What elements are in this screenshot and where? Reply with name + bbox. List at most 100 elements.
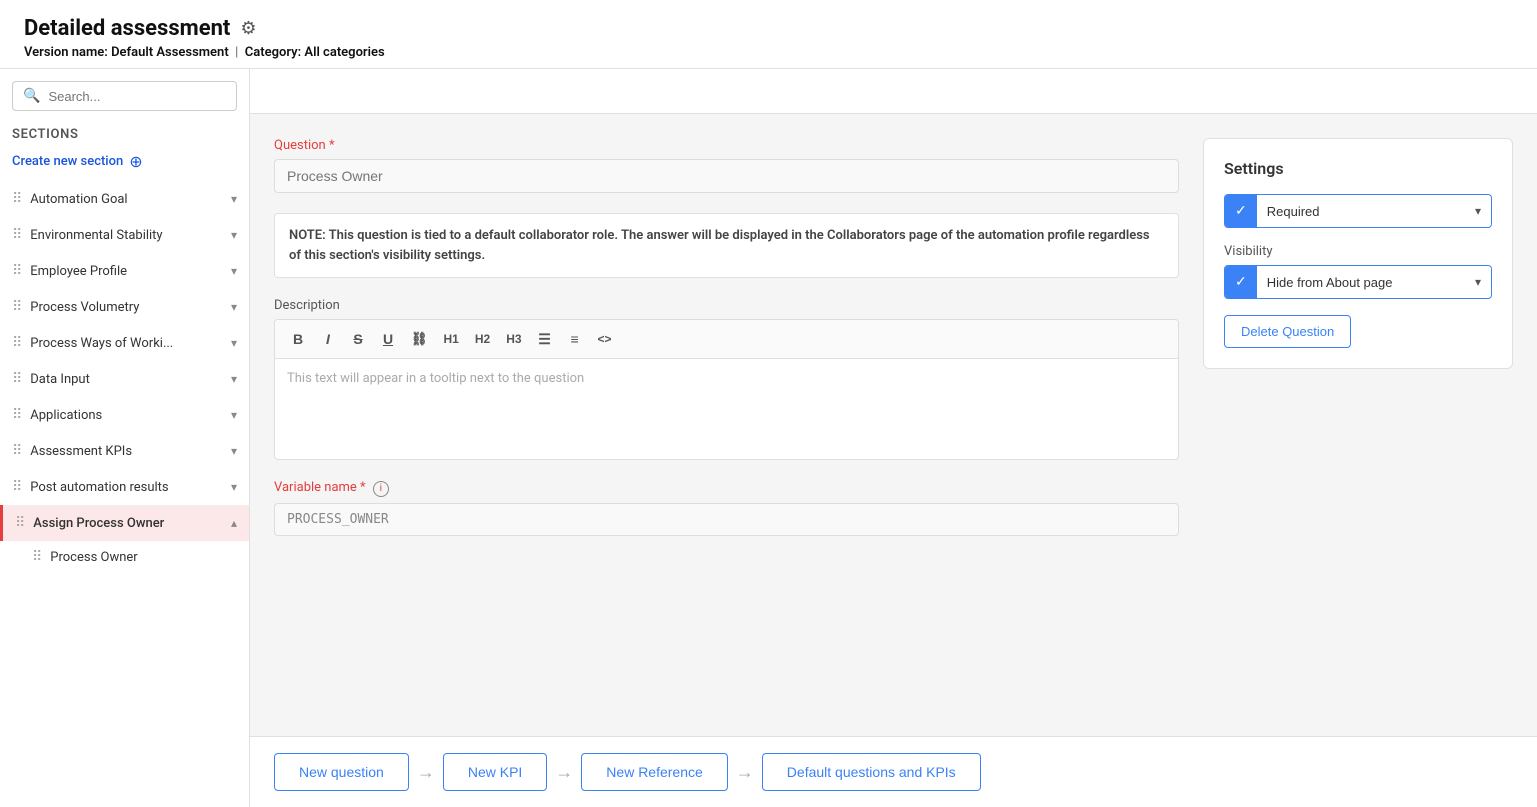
- sidebar-item-label: Data Input: [30, 372, 223, 387]
- code-button[interactable]: <>: [592, 326, 618, 352]
- editor-placeholder: This text will appear in a tooltip next …: [287, 371, 584, 386]
- question-form: Question * NOTE: This question is tied t…: [250, 114, 1537, 736]
- search-icon: 🔍: [23, 88, 40, 104]
- drag-handle-icon: ⠿: [12, 263, 22, 279]
- arrow-icon: →: [728, 762, 762, 783]
- visibility-label: Visibility: [1224, 244, 1492, 259]
- note-box: NOTE: This question is tied to a default…: [274, 213, 1179, 278]
- question-label: Question *: [274, 138, 1179, 153]
- required-checkbox[interactable]: ✓: [1225, 195, 1257, 227]
- sidebar-item-environmental-stability[interactable]: ⠿ Environmental Stability ▾: [0, 217, 249, 253]
- category-label: Category:: [245, 45, 301, 60]
- description-field-group: Description B I S U ⛓ H1 H2 H3: [274, 298, 1179, 460]
- sidebar-item-assessment-kpis[interactable]: ⠿ Assessment KPIs ▾: [0, 433, 249, 469]
- bold-button[interactable]: B: [285, 326, 311, 352]
- form-main: Question * NOTE: This question is tied t…: [274, 138, 1179, 712]
- visibility-select-field[interactable]: Hide from About page: [1257, 267, 1465, 298]
- sidebar-item-process-ways-of-working[interactable]: ⠿ Process Ways of Worki... ▾: [0, 325, 249, 361]
- rich-text-editor[interactable]: B I S U ⛓ H1 H2 H3 ☰ ≡ <>: [274, 319, 1179, 460]
- delete-question-button[interactable]: Delete Question: [1224, 315, 1351, 348]
- note-text: NOTE: This question is tied to a default…: [289, 228, 1150, 263]
- new-reference-button[interactable]: New Reference: [581, 753, 728, 791]
- sidebar-item-label: Employee Profile: [30, 264, 223, 279]
- visibility-chevron-icon: ▾: [1465, 267, 1491, 297]
- page-title: Detailed assessment: [24, 16, 230, 41]
- chevron-down-icon: ▾: [231, 264, 237, 278]
- sidebar-item-process-volumetry[interactable]: ⠿ Process Volumetry ▾: [0, 289, 249, 325]
- chevron-down-icon: ▾: [231, 408, 237, 422]
- drag-handle-icon: ⠿: [12, 479, 22, 495]
- gear-icon[interactable]: ⚙: [240, 18, 256, 39]
- settings-panel: Settings ✓ Required ▾: [1203, 138, 1513, 369]
- visibility-select[interactable]: ✓ Hide from About page ▾: [1224, 265, 1492, 299]
- sidebar-item-label: Assign Process Owner: [33, 516, 223, 531]
- arrow-icon: →: [409, 762, 443, 783]
- action-bar: New question → New KPI → New Reference →…: [250, 736, 1537, 807]
- sidebar-item-label: Environmental Stability: [30, 228, 223, 243]
- editor-toolbar: B I S U ⛓ H1 H2 H3 ☰ ≡ <>: [275, 320, 1178, 359]
- sidebar-item-label: Process Ways of Worki...: [30, 336, 223, 351]
- content-area: Question * NOTE: This question is tied t…: [250, 69, 1537, 807]
- default-questions-button[interactable]: Default questions and KPIs: [762, 753, 981, 791]
- required-select[interactable]: ✓ Required ▾: [1224, 194, 1492, 228]
- strikethrough-button[interactable]: S: [345, 326, 371, 352]
- h1-button[interactable]: H1: [438, 326, 465, 352]
- sidebar-item-label: Process Volumetry: [30, 300, 223, 315]
- sidebar-search: 🔍: [0, 69, 249, 119]
- editor-body[interactable]: This text will appear in a tooltip next …: [275, 359, 1178, 459]
- visibility-field: Visibility ✓ Hide from About page ▾: [1224, 244, 1492, 299]
- question-input[interactable]: [274, 159, 1179, 193]
- chevron-up-icon: ▴: [231, 516, 237, 530]
- sidebar-sub-item-process-owner[interactable]: ⠿ Process Owner: [0, 541, 249, 573]
- version-label: Version name:: [24, 45, 108, 60]
- underline-button[interactable]: U: [375, 326, 401, 352]
- drag-handle-icon: ⠿: [12, 191, 22, 207]
- sidebar-item-employee-profile[interactable]: ⠿ Employee Profile ▾: [0, 253, 249, 289]
- sidebar-item-applications[interactable]: ⠿ Applications ▾: [0, 397, 249, 433]
- sidebar-item-data-input[interactable]: ⠿ Data Input ▾: [0, 361, 249, 397]
- new-kpi-button[interactable]: New KPI: [443, 753, 547, 791]
- chevron-down-icon: ▾: [231, 444, 237, 458]
- drag-handle-icon: ⠿: [12, 299, 22, 315]
- variable-name-input[interactable]: [274, 503, 1179, 536]
- create-new-section-button[interactable]: Create new section ⊕: [0, 146, 249, 181]
- link-button[interactable]: ⛓: [405, 326, 434, 352]
- new-question-button[interactable]: New question: [274, 753, 409, 791]
- required-select-field[interactable]: Required: [1257, 196, 1465, 227]
- sections-label: Sections: [0, 119, 249, 146]
- settings-title: Settings: [1224, 159, 1492, 178]
- ordered-list-button[interactable]: ≡: [562, 326, 588, 352]
- h2-button[interactable]: H2: [469, 326, 496, 352]
- drag-handle-icon: ⠿: [12, 443, 22, 459]
- header: Detailed assessment ⚙ Version name: Defa…: [0, 0, 1537, 69]
- tab-bar: [250, 69, 1537, 114]
- visibility-checkbox[interactable]: ✓: [1225, 266, 1257, 298]
- chevron-down-icon: ▾: [231, 300, 237, 314]
- settings-sidebar: Settings ✓ Required ▾: [1203, 138, 1513, 712]
- sidebar-item-post-automation-results[interactable]: ⠿ Post automation results ▾: [0, 469, 249, 505]
- drag-handle-icon: ⠿: [15, 515, 25, 531]
- variable-name-label: Variable name * i: [274, 480, 1179, 497]
- sidebar-item-automation-goal[interactable]: ⠿ Automation Goal ▾: [0, 181, 249, 217]
- sidebar-sub-item-label: Process Owner: [50, 550, 137, 565]
- bullet-list-button[interactable]: ☰: [532, 326, 558, 352]
- h3-button[interactable]: H3: [500, 326, 527, 352]
- chevron-down-icon: ▾: [231, 336, 237, 350]
- description-label: Description: [274, 298, 1179, 313]
- variable-name-field-group: Variable name * i: [274, 480, 1179, 536]
- create-section-label: Create new section: [12, 154, 123, 169]
- search-input[interactable]: [48, 89, 226, 104]
- arrow-icon: →: [547, 762, 581, 783]
- question-field-group: Question *: [274, 138, 1179, 193]
- sidebar-item-assign-process-owner[interactable]: ⠿ Assign Process Owner ▴: [0, 505, 249, 541]
- drag-handle-icon: ⠿: [12, 227, 22, 243]
- sidebar-item-label: Applications: [30, 408, 223, 423]
- version-name: Default Assessment: [111, 45, 229, 60]
- info-icon[interactable]: i: [373, 481, 389, 497]
- sidebar: 🔍 Sections Create new section ⊕ ⠿ Automa…: [0, 69, 250, 807]
- chevron-down-icon: ▾: [231, 228, 237, 242]
- italic-button[interactable]: I: [315, 326, 341, 352]
- plus-circle-icon: ⊕: [129, 152, 142, 171]
- drag-handle-icon: ⠿: [32, 549, 42, 565]
- chevron-down-icon: ▾: [231, 192, 237, 206]
